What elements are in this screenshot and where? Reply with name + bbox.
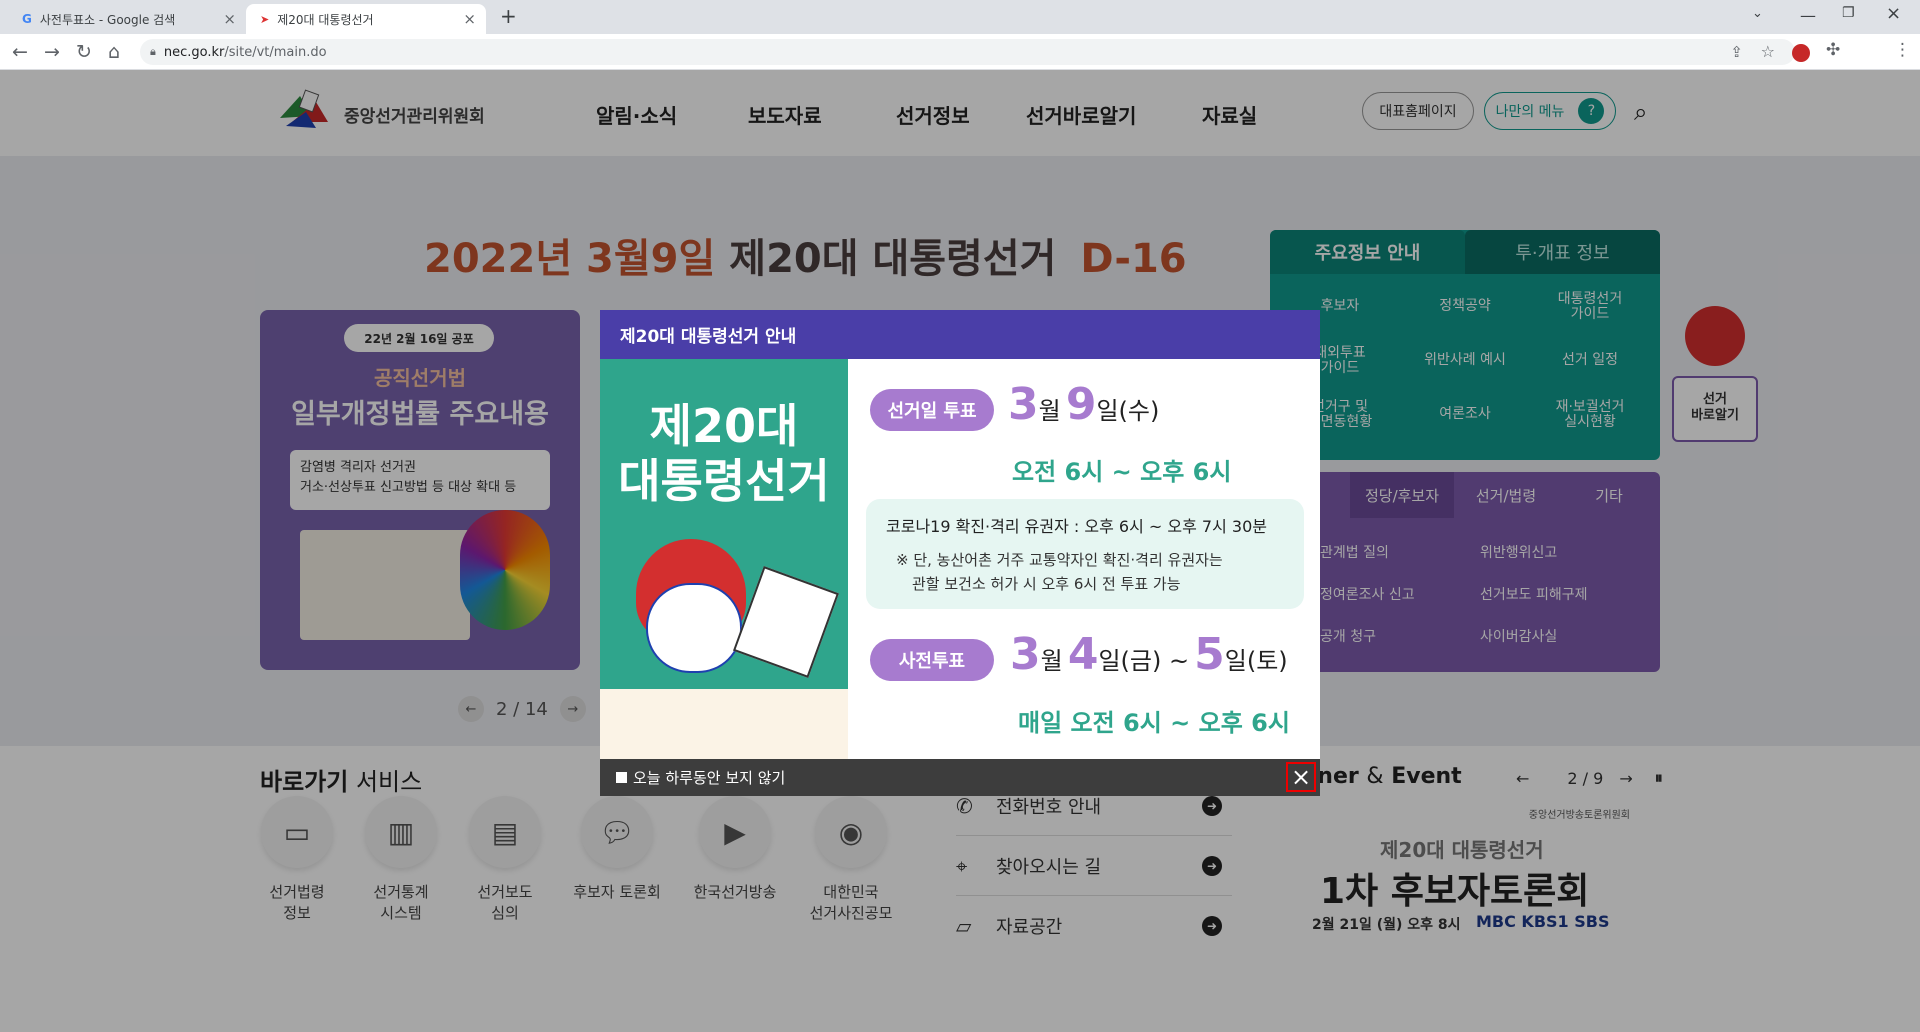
mascot-face-illustration	[646, 583, 742, 673]
covid-note1: ※ 단, 농산어촌 거주 교통약자인 확진·격리 유권자는	[896, 551, 1223, 569]
early-day1-suffix: 일(금) ~	[1098, 647, 1190, 675]
early-vote-badge: 사전투표	[870, 639, 994, 681]
restore-icon[interactable]: ❐	[1842, 5, 1855, 21]
browser-tab-google[interactable]: G 사전투표소 - Google 검색 ×	[8, 4, 246, 34]
forward-icon[interactable]: →	[44, 41, 60, 63]
url-path: /site/vt/main.do	[224, 44, 327, 60]
modal-footer: 오늘 하루동안 보지 않기 ×	[600, 759, 1320, 796]
reload-icon[interactable]: ↻	[76, 41, 92, 63]
election-day-badge: 선거일 투표	[870, 389, 994, 431]
early-day2: 5	[1194, 629, 1225, 680]
tab-title: 사전투표소 - Google 검색	[39, 12, 176, 27]
dont-show-today-label[interactable]: 오늘 하루동안 보지 않기	[633, 767, 785, 788]
tab-title: 제20대 대통령선거	[277, 12, 374, 27]
browser-tab-strip: G 사전투표소 - Google 검색 × ➤ 제20대 대통령선거 × + ⌄…	[0, 0, 1920, 34]
address-bar[interactable]: 🔒︎ nec.go.kr /site/vt/main.do ⇪ ☆	[140, 39, 1795, 65]
early-vote-time: 매일 오전 6시 ~ 오후 6시	[1018, 709, 1290, 737]
google-favicon-icon: G	[22, 12, 32, 26]
early-vote-date: 3월 4일(금) ~ 5일(토)	[1010, 629, 1288, 680]
left-title-line1: 제20대	[649, 399, 799, 453]
ballot-paper-illustration	[733, 566, 839, 678]
election-month-suffix: 월	[1038, 397, 1061, 425]
modal-right-panel: 선거일 투표 3월 9일(수) 오전 6시 ~ 오후 6시 코로나19 확진·격…	[848, 359, 1320, 759]
early-month-suffix: 월	[1040, 647, 1063, 675]
early-day1: 4	[1067, 629, 1099, 680]
minimize-icon[interactable]: —	[1800, 6, 1816, 25]
election-day-suffix: 일(수)	[1096, 397, 1160, 425]
tab-search-chevron-icon[interactable]: ⌄	[1752, 6, 1763, 21]
bookmark-star-icon[interactable]: ☆	[1761, 42, 1775, 61]
browser-tab-nec[interactable]: ➤ 제20대 대통령선거 ×	[246, 4, 486, 34]
election-time: 오전 6시 ~ 오후 6시	[1012, 458, 1232, 486]
lock-icon: 🔒︎	[150, 45, 156, 58]
modal-header: 제20대 대통령선거 안내	[600, 310, 1320, 359]
checkbox-icon[interactable]	[616, 772, 627, 783]
home-icon[interactable]: ⌂	[108, 41, 120, 63]
new-tab-icon[interactable]: +	[500, 4, 517, 28]
share-icon[interactable]: ⇪	[1730, 43, 1743, 61]
browser-menu-icon[interactable]: ⋮	[1894, 40, 1911, 60]
covid-note2: 관할 보건소 허가 시 오후 6시 전 투표 가능	[912, 575, 1181, 593]
close-tab-icon[interactable]: ×	[223, 10, 236, 28]
nec-favicon-icon: ➤	[260, 12, 270, 26]
covid-line: 코로나19 확진·격리 유권자 : 오후 6시 ~ 오후 7시 30분	[886, 517, 1267, 536]
election-month: 3	[1008, 379, 1039, 430]
modal-left-panel: 제20대 대통령선거	[600, 359, 848, 759]
close-tab-icon[interactable]: ×	[463, 10, 476, 28]
left-title-line2: 대통령선거	[618, 454, 830, 509]
close-window-icon[interactable]: ×	[1886, 3, 1901, 24]
modal-close-button[interactable]: ×	[1286, 762, 1316, 792]
election-modal: 제20대 대통령선거 안내 제20대 대통령선거 선거일 투표 3월 9일(수)…	[600, 310, 1320, 796]
modal-left-title: 제20대 대통령선거	[600, 399, 848, 509]
covid-notice-box: 코로나19 확진·격리 유권자 : 오후 6시 ~ 오후 7시 30분 ※ 단,…	[866, 499, 1304, 609]
back-icon[interactable]: ←	[12, 41, 28, 63]
adblock-extension-icon[interactable]	[1792, 44, 1810, 62]
election-day: 9	[1065, 379, 1097, 430]
extensions-puzzle-icon[interactable]: ✣	[1826, 40, 1840, 60]
early-day2-suffix: 일(토)	[1224, 647, 1288, 675]
early-month: 3	[1010, 629, 1041, 680]
election-date: 3월 9일(수)	[1008, 379, 1159, 430]
ballot-box-illustration	[600, 689, 848, 759]
url-host: nec.go.kr	[163, 44, 225, 60]
